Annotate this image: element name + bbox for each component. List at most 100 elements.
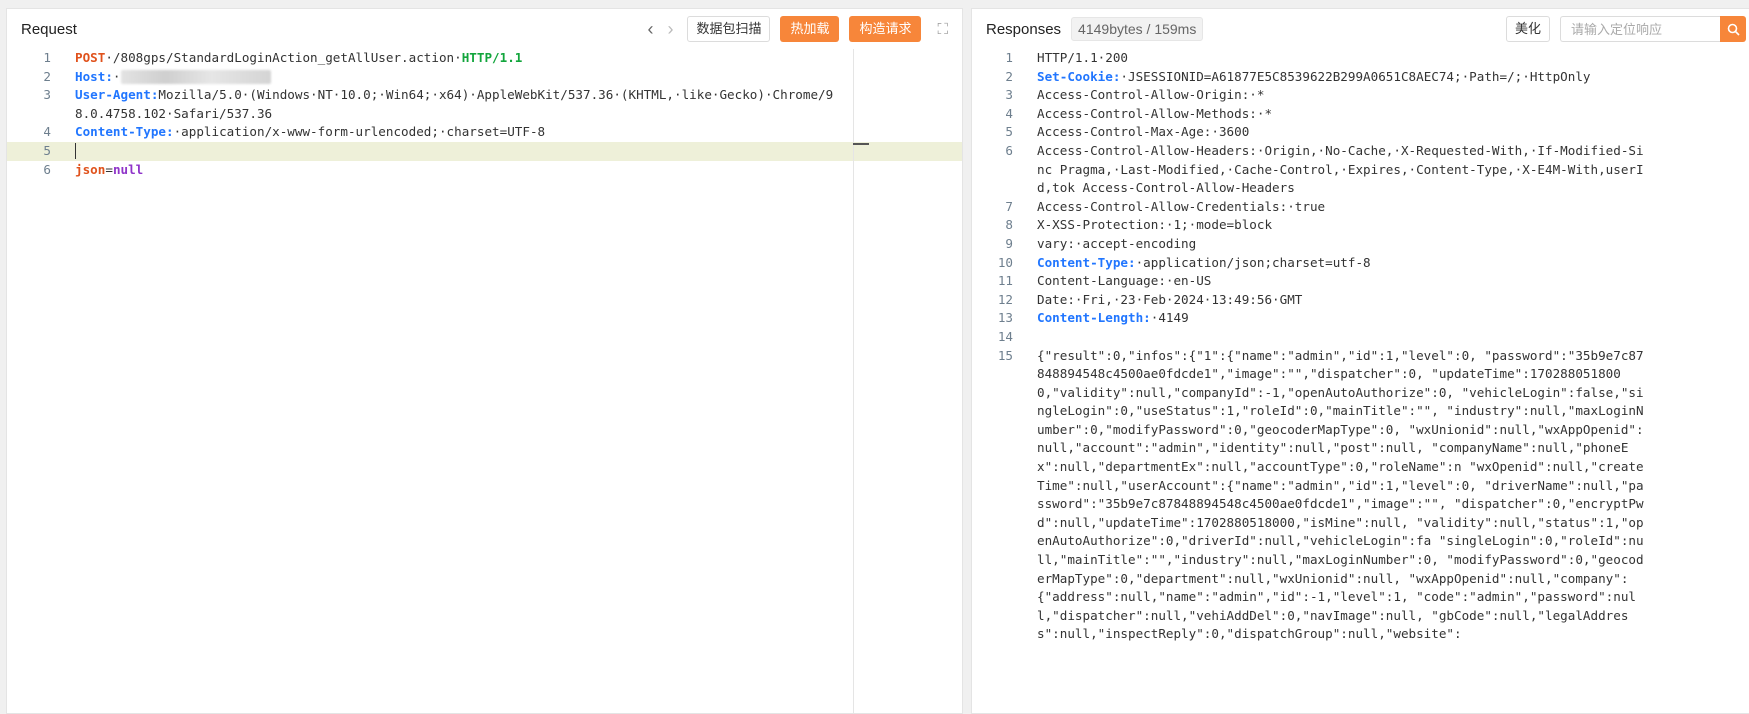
line-content: Access-Control-Allow-Credentials:·true bbox=[1013, 198, 1649, 217]
line-content: Content-Type:·application/x-www-form-url… bbox=[51, 123, 845, 142]
code-line: 1 POST·/808gps/StandardLoginAction_getAll… bbox=[7, 49, 962, 68]
search-button[interactable] bbox=[1720, 16, 1746, 42]
token: Content-Type: bbox=[75, 124, 174, 140]
line-content: HTTP/1.1·200 bbox=[1013, 49, 1649, 68]
line-content: vary:·accept-encoding bbox=[1013, 235, 1649, 254]
scroll-marker bbox=[853, 143, 869, 145]
line-content: Content-Type:·application/json;charset=u… bbox=[1013, 254, 1649, 273]
line-content: Access-Control-Allow-Origin:·* bbox=[1013, 86, 1649, 105]
code-line: 14 bbox=[972, 328, 1749, 347]
code-line: 5 Access-Control-Max-Age:·3600 bbox=[972, 123, 1749, 142]
line-number: 12 bbox=[997, 291, 1013, 307]
line-content: Access-Control-Max-Age:·3600 bbox=[1013, 123, 1649, 142]
line-number: 7 bbox=[1005, 198, 1013, 214]
redacted-host bbox=[120, 70, 271, 85]
line-number: 3 bbox=[43, 87, 51, 103]
code-line: 2 Set-Cookie:·JSESSIONID=A61877E5C8539622… bbox=[972, 68, 1749, 87]
line-content: X-XSS-Protection:·1;·mode=block bbox=[1013, 216, 1649, 235]
line-content: Set-Cookie:·JSESSIONID=A61877E5C8539622B… bbox=[1013, 68, 1649, 87]
token: null bbox=[112, 161, 144, 177]
request-title: Request bbox=[21, 20, 77, 38]
code-line: 12 Date:·Fri,·23·Feb·2024·13:49:56·GMT bbox=[972, 291, 1749, 310]
token: Access-Control-Allow-Methods:·* bbox=[1037, 105, 1273, 121]
line-content: Date:·Fri,·23·Feb·2024·13:49:56·GMT bbox=[1013, 291, 1649, 310]
line-number: 6 bbox=[1005, 142, 1013, 158]
line-number: 10 bbox=[997, 254, 1013, 270]
request-panel: Request ‹ › 数据包扫描 热加载 构造请求 ⛶ 1 POST·/808g… bbox=[6, 8, 963, 714]
code-line: 3 User-Agent:Mozilla/5.0·(Windows·NT·10.0… bbox=[7, 86, 962, 123]
token: POST bbox=[75, 50, 106, 65]
line-number: 1 bbox=[1005, 50, 1013, 65]
editor-divider bbox=[853, 49, 854, 713]
line-number: 9 bbox=[1005, 235, 1013, 251]
code-line: 4 Access-Control-Allow-Methods:·* bbox=[972, 105, 1749, 124]
code-line: 11 Content-Language:·en-US bbox=[972, 272, 1749, 291]
token: · bbox=[112, 68, 121, 84]
token: Mozilla/5.0·(Windows·NT·10.0;·Win64;·x64… bbox=[75, 87, 834, 121]
line-number: 5 bbox=[43, 142, 51, 158]
line-content: Content-Language:·en-US bbox=[1013, 272, 1649, 291]
code-line: 5 bbox=[7, 141, 962, 161]
token: X-XSS-Protection:·1;·mode=block bbox=[1037, 217, 1273, 233]
token: {"result":0,"infos":{"1":{"name":"admin"… bbox=[1037, 347, 1644, 642]
packet-scan-button[interactable]: 数据包扫描 bbox=[687, 16, 771, 42]
token: json bbox=[75, 161, 106, 177]
token: Access-Control-Max-Age:·3600 bbox=[1037, 124, 1250, 140]
response-panel: Responses 4149bytes / 159ms 美化 1 HTTP/1.1… bbox=[971, 8, 1749, 714]
line-number: 5 bbox=[1005, 124, 1013, 140]
expand-icon[interactable]: ⛶ bbox=[937, 21, 948, 38]
line-number: 6 bbox=[43, 161, 51, 177]
response-viewer[interactable]: 1 HTTP/1.1·200 2 Set-Cookie:·JSESSIONID=A61… bbox=[972, 49, 1749, 713]
token: Content-Type: bbox=[1037, 254, 1136, 270]
line-content: json=null bbox=[51, 161, 845, 180]
locate-response-input[interactable] bbox=[1560, 16, 1720, 42]
token: User-Agent: bbox=[75, 87, 159, 103]
line-number: 2 bbox=[1005, 68, 1013, 84]
token: Content-Length: bbox=[1037, 310, 1151, 326]
line-number: 4 bbox=[43, 124, 51, 140]
token: ·charset=UTF-8 bbox=[438, 124, 546, 140]
line-number: 3 bbox=[1005, 87, 1013, 103]
line-number: 8 bbox=[1005, 217, 1013, 233]
line-content: Content-Length:·4149 bbox=[1013, 309, 1649, 328]
chevron-left-icon[interactable]: ‹ bbox=[647, 20, 653, 38]
token: ·4149 bbox=[1150, 310, 1189, 326]
token: Host: bbox=[75, 68, 113, 84]
token: Content-Language:·en-US bbox=[1037, 273, 1212, 289]
token: ·application/json;charset=utf-8 bbox=[1135, 254, 1371, 270]
construct-request-button[interactable]: 构造请求 bbox=[849, 16, 922, 42]
code-line: 6 Access-Control-Allow-Headers:·Origin,·N… bbox=[972, 142, 1749, 198]
token: HTTP/1.1·200 bbox=[1037, 50, 1128, 65]
response-stats-badge: 4149bytes / 159ms bbox=[1071, 17, 1204, 41]
line-content: Access-Control-Allow-Methods:·* bbox=[1013, 105, 1649, 124]
line-number: 15 bbox=[997, 347, 1013, 363]
token: vary:·accept-encoding bbox=[1037, 235, 1197, 251]
line-number: 11 bbox=[997, 273, 1013, 289]
response-search bbox=[1560, 16, 1746, 42]
chevron-right-icon[interactable]: › bbox=[667, 20, 673, 38]
token: HTTP/1.1 bbox=[461, 50, 523, 65]
token: ·/808gps/StandardLoginAction_getAllUser.… bbox=[105, 50, 462, 65]
request-header: Request ‹ › 数据包扫描 热加载 构造请求 ⛶ bbox=[7, 9, 962, 49]
token: Access-Control-Allow-Credentials:·true bbox=[1037, 198, 1326, 214]
line-content bbox=[51, 142, 845, 161]
request-editor[interactable]: 1 POST·/808gps/StandardLoginAction_getAll… bbox=[7, 49, 962, 713]
code-line: 6 json=null bbox=[7, 161, 962, 180]
line-content: POST·/808gps/StandardLoginAction_getAllU… bbox=[51, 49, 845, 68]
response-title: Responses bbox=[986, 20, 1062, 38]
line-content: User-Agent:Mozilla/5.0·(Windows·NT·10.0;… bbox=[51, 86, 845, 123]
line-content: {"result":0,"infos":{"1":{"name":"admin"… bbox=[1013, 347, 1649, 645]
line-number: 1 bbox=[43, 50, 51, 65]
code-line: 15 {"result":0,"infos":{"1":{"name":"admi… bbox=[972, 347, 1749, 645]
code-line: 8 X-XSS-Protection:·1;·mode=block bbox=[972, 216, 1749, 235]
search-icon bbox=[1727, 23, 1740, 36]
beautify-button[interactable]: 美化 bbox=[1505, 16, 1550, 42]
text-cursor bbox=[75, 143, 76, 160]
code-line: 1 HTTP/1.1·200 bbox=[972, 49, 1749, 68]
code-line: 3 Access-Control-Allow-Origin:·* bbox=[972, 86, 1749, 105]
code-line: 7 Access-Control-Allow-Credentials:·true bbox=[972, 198, 1749, 217]
hot-load-button[interactable]: 热加载 bbox=[780, 16, 840, 42]
token: Set-Cookie: bbox=[1037, 68, 1121, 84]
line-number: 2 bbox=[43, 68, 51, 84]
line-number: 4 bbox=[1005, 105, 1013, 121]
